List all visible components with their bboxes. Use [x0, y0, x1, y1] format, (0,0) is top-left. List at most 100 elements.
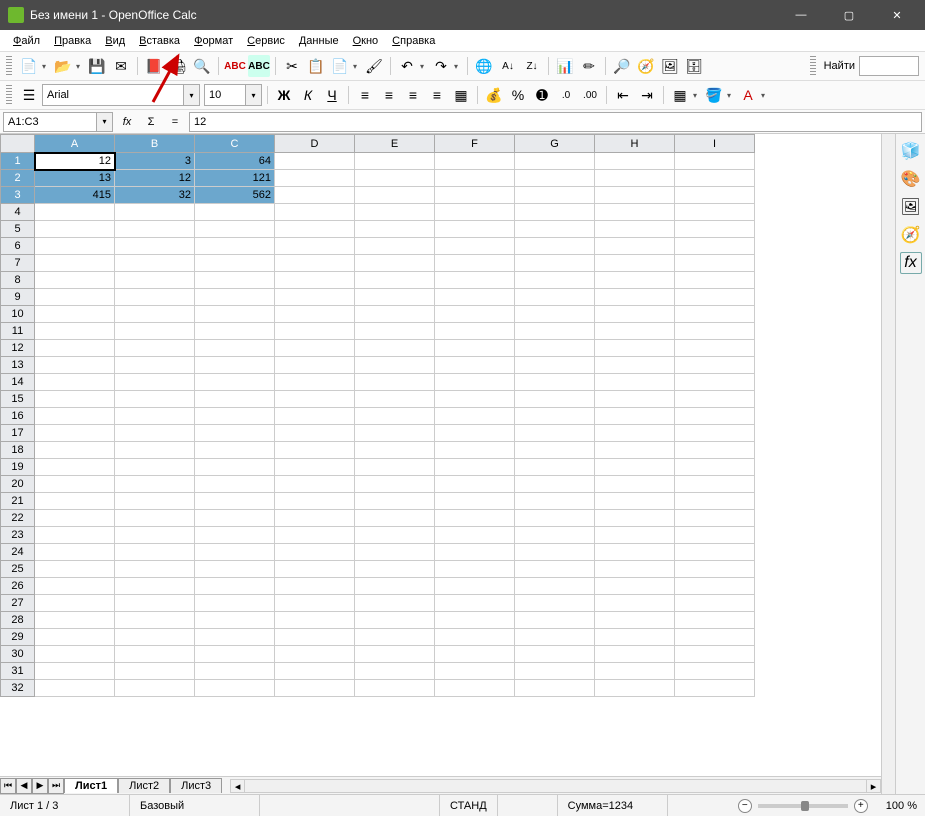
row-header-30[interactable]: 30 [1, 646, 35, 663]
cell-G8[interactable] [515, 272, 595, 289]
menu-справка[interactable]: Справка [385, 33, 442, 49]
cell-I8[interactable] [675, 272, 755, 289]
font-name-combo[interactable]: Arial ▾ [42, 84, 200, 106]
cell-E1[interactable] [355, 153, 435, 170]
cell-H30[interactable] [595, 646, 675, 663]
cell-B26[interactable] [115, 578, 195, 595]
cell-G22[interactable] [515, 510, 595, 527]
cell-D12[interactable] [275, 340, 355, 357]
cell-D19[interactable] [275, 459, 355, 476]
cell-H32[interactable] [595, 680, 675, 697]
cell-H15[interactable] [595, 391, 675, 408]
undo-icon[interactable]: ↶ [396, 55, 418, 77]
cell-C32[interactable] [195, 680, 275, 697]
col-header-D[interactable]: D [275, 135, 355, 153]
cell-H6[interactable] [595, 238, 675, 255]
cell-B6[interactable] [115, 238, 195, 255]
copy-icon[interactable]: 📋 [305, 55, 327, 77]
cell-F13[interactable] [435, 357, 515, 374]
percent-icon[interactable]: % [507, 84, 529, 106]
cell-C31[interactable] [195, 663, 275, 680]
find-grip[interactable] [810, 56, 816, 76]
decrease-indent-icon[interactable]: ⇤ [612, 84, 634, 106]
cell-F16[interactable] [435, 408, 515, 425]
row-header-14[interactable]: 14 [1, 374, 35, 391]
row-header-27[interactable]: 27 [1, 595, 35, 612]
cell-F2[interactable] [435, 170, 515, 187]
cell-B14[interactable] [115, 374, 195, 391]
cell-D2[interactable] [275, 170, 355, 187]
cell-F20[interactable] [435, 476, 515, 493]
cell-B17[interactable] [115, 425, 195, 442]
cell-D6[interactable] [275, 238, 355, 255]
cell-B21[interactable] [115, 493, 195, 510]
cell-G18[interactable] [515, 442, 595, 459]
row-header-29[interactable]: 29 [1, 629, 35, 646]
cell-G7[interactable] [515, 255, 595, 272]
col-header-H[interactable]: H [595, 135, 675, 153]
cell-H10[interactable] [595, 306, 675, 323]
cell-H18[interactable] [595, 442, 675, 459]
col-header-A[interactable]: A [35, 135, 115, 153]
font-size-combo[interactable]: 10 ▾ [204, 84, 262, 106]
cell-A21[interactable] [35, 493, 115, 510]
gallery-icon[interactable]: 🖼 [659, 55, 681, 77]
cell-I13[interactable] [675, 357, 755, 374]
cell-D28[interactable] [275, 612, 355, 629]
cell-D4[interactable] [275, 204, 355, 221]
styles-icon[interactable]: ☰ [18, 84, 40, 106]
cell-A24[interactable] [35, 544, 115, 561]
cell-G29[interactable] [515, 629, 595, 646]
cell-E29[interactable] [355, 629, 435, 646]
menu-сервис[interactable]: Сервис [240, 33, 292, 49]
cell-I3[interactable] [675, 187, 755, 204]
cell-D11[interactable] [275, 323, 355, 340]
find-icon[interactable]: 🔎 [611, 55, 633, 77]
cell-E2[interactable] [355, 170, 435, 187]
cell-F21[interactable] [435, 493, 515, 510]
cell-C11[interactable] [195, 323, 275, 340]
cell-H2[interactable] [595, 170, 675, 187]
cell-E15[interactable] [355, 391, 435, 408]
cell-D30[interactable] [275, 646, 355, 663]
cell-D20[interactable] [275, 476, 355, 493]
cell-C3[interactable]: 562 [195, 187, 275, 204]
cell-C7[interactable] [195, 255, 275, 272]
cell-D27[interactable] [275, 595, 355, 612]
cell-F29[interactable] [435, 629, 515, 646]
status-sum[interactable]: Сумма=1234 [558, 795, 668, 816]
cell-G1[interactable] [515, 153, 595, 170]
cell-H11[interactable] [595, 323, 675, 340]
cell-I4[interactable] [675, 204, 755, 221]
cell-G6[interactable] [515, 238, 595, 255]
tab-nav-first-icon[interactable]: ⏮ [0, 778, 16, 794]
hyperlink-icon[interactable]: 🌐 [473, 55, 495, 77]
cell-H22[interactable] [595, 510, 675, 527]
cell-C6[interactable] [195, 238, 275, 255]
row-header-28[interactable]: 28 [1, 612, 35, 629]
row-header-25[interactable]: 25 [1, 561, 35, 578]
horizontal-scrollbar[interactable]: ◂ ▸ [230, 779, 881, 793]
cell-G19[interactable] [515, 459, 595, 476]
cell-E4[interactable] [355, 204, 435, 221]
cell-D24[interactable] [275, 544, 355, 561]
cell-C28[interactable] [195, 612, 275, 629]
italic-icon[interactable]: К [297, 84, 319, 106]
cell-G24[interactable] [515, 544, 595, 561]
cell-C18[interactable] [195, 442, 275, 459]
cell-D21[interactable] [275, 493, 355, 510]
minimize-button[interactable]: — [781, 0, 821, 30]
row-header-9[interactable]: 9 [1, 289, 35, 306]
cell-B3[interactable]: 32 [115, 187, 195, 204]
vertical-scrollbar[interactable] [881, 134, 895, 794]
zoom-in-button[interactable]: + [854, 799, 868, 813]
toolbar-grip[interactable] [6, 56, 12, 76]
cell-H3[interactable] [595, 187, 675, 204]
row-header-3[interactable]: 3 [1, 187, 35, 204]
sidebar-gallery-icon[interactable]: 🖼 [900, 196, 922, 218]
cell-I21[interactable] [675, 493, 755, 510]
cell-F10[interactable] [435, 306, 515, 323]
cell-G11[interactable] [515, 323, 595, 340]
align-left-icon[interactable]: ≡ [354, 84, 376, 106]
cell-B18[interactable] [115, 442, 195, 459]
